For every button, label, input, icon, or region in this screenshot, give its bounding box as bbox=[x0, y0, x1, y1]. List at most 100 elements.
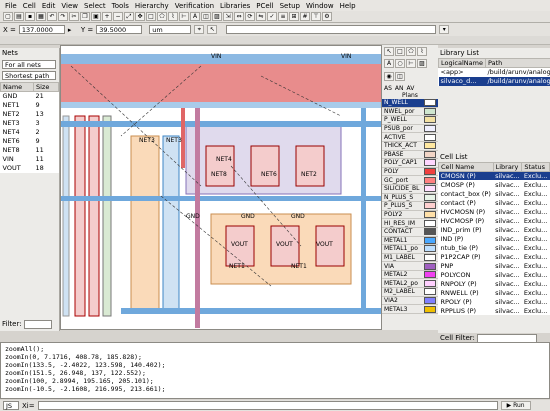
ruler-icon[interactable]: ⊢ bbox=[179, 12, 189, 21]
hier-icon[interactable]: ⊤ bbox=[311, 12, 321, 21]
stretch-icon[interactable]: ⇔ bbox=[234, 12, 244, 21]
via-tool-icon[interactable]: ▨ bbox=[417, 59, 427, 69]
layer-item[interactable]: VIA bbox=[382, 262, 438, 271]
cell-col-name[interactable]: Cell Name bbox=[438, 161, 494, 172]
table-row[interactable]: RPOLY (P) silvac... Exclu... bbox=[439, 297, 550, 306]
layer-item[interactable]: N_WELL bbox=[382, 99, 438, 108]
layer-item[interactable]: PBASE bbox=[382, 150, 438, 160]
layer-swatch[interactable] bbox=[424, 150, 436, 158]
nets-filter-input[interactable] bbox=[23, 319, 52, 329]
layer-swatch[interactable] bbox=[424, 168, 436, 176]
pan-icon[interactable]: ✥ bbox=[135, 12, 145, 21]
nets-path-select[interactable]: Shortest path bbox=[2, 71, 56, 80]
path-tool-icon[interactable]: ⌇ bbox=[417, 47, 427, 56]
table-row[interactable]: POLYCON silvac... Exclu... bbox=[439, 270, 550, 279]
open-icon[interactable]: ▤ bbox=[14, 12, 24, 21]
layer-swatch[interactable] bbox=[424, 279, 436, 287]
layer-item[interactable]: METAL1_po bbox=[382, 245, 438, 254]
y-coordinate-field[interactable]: 39.5000 bbox=[96, 25, 143, 34]
lvs-icon[interactable]: ≡ bbox=[278, 12, 288, 21]
layer-item[interactable]: THICK_ACT bbox=[382, 142, 438, 151]
layer-item[interactable]: P_PLUS_S bbox=[382, 202, 438, 211]
layer-swatch[interactable] bbox=[424, 99, 436, 107]
tab-an[interactable]: AN bbox=[395, 85, 404, 92]
layer-swatch[interactable] bbox=[424, 133, 436, 141]
layer-item[interactable]: P_WELL bbox=[382, 116, 438, 125]
menu-libraries[interactable]: Libraries bbox=[217, 2, 253, 10]
nets-col-size[interactable]: Size bbox=[32, 82, 60, 92]
menu-help[interactable]: Help bbox=[337, 2, 359, 10]
new-icon[interactable]: ▢ bbox=[3, 12, 13, 21]
lib-col-path[interactable]: Path bbox=[484, 58, 550, 68]
copy-icon[interactable]: ❐ bbox=[80, 12, 90, 21]
layer-swatch[interactable] bbox=[424, 176, 436, 184]
layer-swatch[interactable] bbox=[424, 142, 436, 150]
table-row[interactable]: contact (P) silvac... Exclu... bbox=[439, 198, 550, 207]
layer-item[interactable]: M2_LABEL bbox=[382, 288, 438, 297]
layer-swatch[interactable] bbox=[424, 228, 436, 236]
table-row[interactable]: P1P2CAP (P) silvac... Exclu... bbox=[439, 252, 550, 261]
select-tool-icon[interactable]: ↖ bbox=[384, 47, 394, 56]
drc-icon[interactable]: ✓ bbox=[267, 12, 277, 21]
layer-item[interactable]: ACTIVE bbox=[382, 133, 438, 142]
script-input[interactable] bbox=[37, 401, 498, 410]
table-row[interactable]: contact_box (P) silvac... Exclu... bbox=[439, 189, 550, 198]
table-row[interactable]: CMOSN (P) silvac... Exclu... bbox=[438, 171, 550, 180]
layer-swatch[interactable] bbox=[424, 288, 436, 296]
language-select[interactable]: JS bbox=[3, 401, 19, 410]
layer-item[interactable]: M1_LABEL bbox=[382, 253, 438, 263]
table-row[interactable]: NET4 2 bbox=[1, 128, 59, 137]
layer-swatch[interactable] bbox=[424, 253, 436, 261]
nets-col-name[interactable]: Name bbox=[0, 82, 34, 92]
layer-swatch[interactable] bbox=[424, 296, 436, 304]
layer-swatch[interactable] bbox=[424, 271, 436, 279]
grid-icon[interactable]: # bbox=[300, 12, 310, 21]
menu-setup[interactable]: Setup bbox=[277, 2, 303, 10]
layer-swatch[interactable] bbox=[424, 125, 436, 133]
menu-view[interactable]: View bbox=[58, 2, 81, 10]
table-row[interactable]: NET2 13 bbox=[1, 110, 59, 119]
menu-window[interactable]: Window bbox=[303, 2, 337, 10]
layer-item[interactable]: METAL1 bbox=[382, 236, 438, 246]
layer-item[interactable]: NWEL_por bbox=[382, 107, 438, 117]
tab-plans[interactable]: Plans bbox=[382, 92, 438, 99]
cell-col-library[interactable]: Library bbox=[492, 161, 523, 172]
rect-tool-icon[interactable]: □ bbox=[395, 47, 405, 56]
lib-col-name[interactable]: LogicalName bbox=[438, 58, 486, 68]
layer-item[interactable]: HI_RES_IM bbox=[382, 219, 438, 228]
layer-item[interactable]: SILICIDE_BL bbox=[382, 185, 438, 194]
layer-item[interactable]: METAL2 bbox=[382, 271, 438, 280]
table-row[interactable]: HVCMOSN (P) silvac... Exclu... bbox=[439, 207, 550, 216]
zoom-fit-icon[interactable]: ⤢ bbox=[124, 12, 134, 21]
snap-icon[interactable]: ⌖ bbox=[194, 25, 205, 34]
nets-filter-select[interactable]: For all nets bbox=[2, 60, 56, 69]
dropdown-icon[interactable]: ▾ bbox=[439, 25, 450, 34]
layout-canvas[interactable]: NET3 NET3 NET4 NET8 NET6 NET2 GND GND GN… bbox=[60, 45, 382, 330]
zoom-in-icon[interactable]: + bbox=[102, 12, 112, 21]
table-row[interactable]: <app> /build/arunv/analog-de bbox=[439, 68, 550, 77]
layer-item[interactable]: POLY_CAP1 bbox=[382, 159, 438, 168]
inst-tool-icon[interactable]: ◫ bbox=[395, 71, 405, 81]
layer-item[interactable]: METAL3 bbox=[382, 305, 438, 314]
layer-swatch[interactable] bbox=[424, 211, 436, 219]
layer-item[interactable]: POLY bbox=[382, 168, 438, 177]
menu-pcell[interactable]: PCell bbox=[253, 2, 276, 10]
zoom-out-icon[interactable]: − bbox=[113, 12, 123, 21]
print-icon[interactable]: ▦ bbox=[36, 12, 46, 21]
menu-verification[interactable]: Verification bbox=[172, 2, 217, 10]
unit-select[interactable]: um bbox=[149, 25, 192, 34]
layer-swatch[interactable] bbox=[424, 159, 436, 167]
tab-av[interactable]: AV bbox=[407, 85, 415, 92]
undo-icon[interactable]: ↶ bbox=[47, 12, 57, 21]
table-row[interactable]: ntub_tie (P) silvac... Exclu... bbox=[439, 243, 550, 252]
circle-tool-icon[interactable]: ○ bbox=[395, 59, 405, 69]
cursor-icon[interactable]: ↖ bbox=[207, 25, 218, 34]
table-row[interactable]: PNP silvac... Exclu... bbox=[439, 261, 550, 270]
menu-tools[interactable]: Tools bbox=[109, 2, 132, 10]
layer-item[interactable]: PSUB_por bbox=[382, 125, 438, 134]
paste-icon[interactable]: ▣ bbox=[91, 12, 101, 21]
mirror-icon[interactable]: ⇋ bbox=[256, 12, 266, 21]
table-row[interactable]: IND_prim (P) silvac... Exclu... bbox=[439, 225, 550, 234]
layer-swatch[interactable] bbox=[424, 116, 436, 124]
table-row[interactable]: NET6 9 bbox=[1, 137, 59, 146]
